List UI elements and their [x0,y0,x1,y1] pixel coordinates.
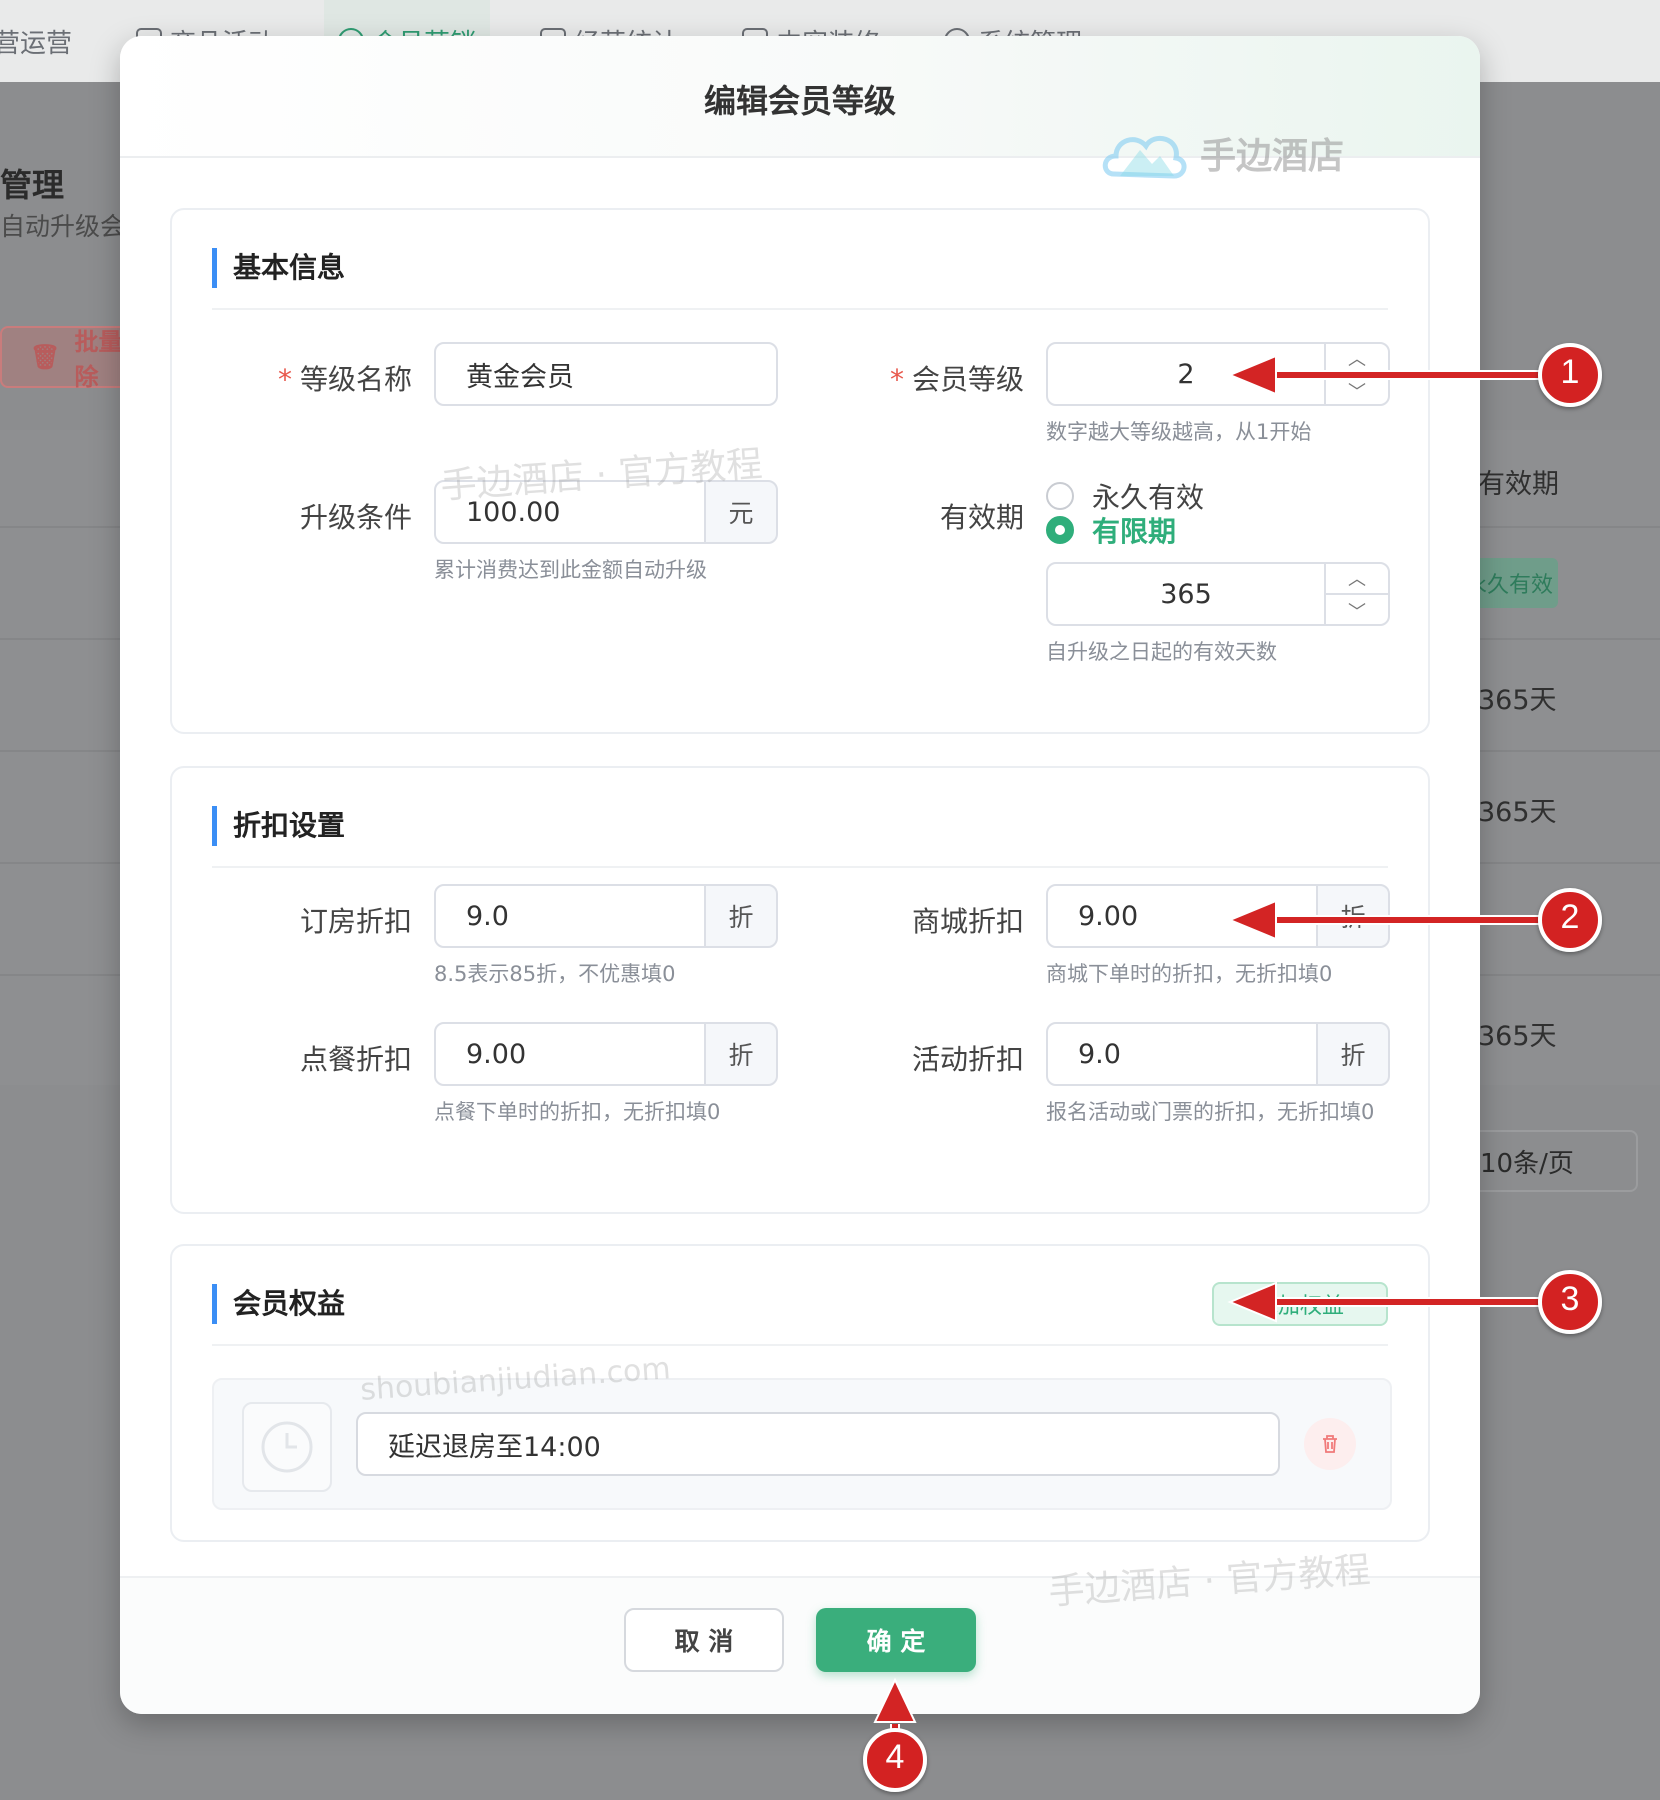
benefit-item: 延迟退房至14:00 [212,1378,1392,1510]
upgrade-condition-hint: 累计消费达到此金额自动升级 [434,558,707,582]
cancel-button[interactable]: 取 消 [624,1608,784,1672]
chevron-up-icon[interactable]: ︿ [1326,342,1388,373]
food-discount-hint: 点餐下单时的折扣，无折扣填0 [434,1100,721,1124]
annotation-number-2: 2 [1560,898,1580,936]
event-discount-input[interactable]: 9.0 [1046,1022,1318,1086]
food-discount-input[interactable]: 9.00 [434,1022,706,1086]
chevron-up-icon[interactable]: ︿ [1326,562,1388,593]
section-title-discount: 折扣设置 [212,806,345,846]
discount-unit: 折 [1316,1022,1390,1086]
discount-unit: 折 [704,1022,778,1086]
validity-days-input[interactable]: 365 ︿ ﹀ [1046,562,1390,626]
upgrade-amount-input[interactable]: 100.00 [434,480,706,544]
event-discount-hint: 报名活动或门票的折扣，无折扣填0 [1046,1100,1375,1124]
validity-days-hint: 自升级之日起的有效天数 [1046,640,1277,664]
room-discount-hint: 8.5表示85折，不优惠填0 [434,962,676,986]
mall-discount-input[interactable]: 9.00 [1046,884,1318,948]
annotation-number-4: 4 [885,1738,905,1776]
section-divider [212,308,1388,310]
member-level-label: * 会员等级 [889,363,1024,396]
clock-icon[interactable] [242,1402,332,1492]
table-cell-validity: 365天 [1478,685,1557,716]
event-discount-label: 活动折扣 [911,1043,1024,1076]
add-benefit-button[interactable]: 添加权益 [1212,1282,1388,1326]
discount-unit: 折 [704,884,778,948]
mall-discount-hint: 商城下单时的折扣，无折扣填0 [1046,962,1333,986]
required-mark: * [277,363,292,396]
confirm-button[interactable]: 确 定 [816,1608,976,1672]
background-page-subtitle: 自动升级会 [0,212,126,241]
section-divider [212,1344,1388,1346]
validity-label: 有效期 [939,501,1024,534]
table-cell-validity: 365天 [1478,797,1557,828]
benefit-text-input[interactable]: 延迟退房至14:00 [356,1412,1280,1476]
page-size-select[interactable]: 10条/页 [1460,1130,1638,1192]
level-name-label: * 等级名称 [277,363,412,396]
upgrade-condition-label: 升级条件 [299,501,412,534]
annotation-number-3: 3 [1560,1280,1580,1318]
basic-info-card: 基本信息 * 等级名称 黄金会员 * 会员等级 2 ︿ ﹀ 数字越大等级越高，从1开… [170,208,1430,734]
member-level-hint: 数字越大等级越高，从1开始 [1046,420,1312,444]
member-level-input[interactable]: 2 ︿ ﹀ [1046,342,1390,406]
edit-member-level-dialog: 编辑会员等级 基本信息 * 等级名称 黄金会员 * 会员等级 2 ︿ ﹀ 数字越大等… [120,36,1480,1714]
radio-circle[interactable] [1046,482,1074,510]
section-divider [212,866,1388,868]
level-name-input[interactable]: 黄金会员 [434,342,778,406]
mall-discount-label: 商城折扣 [911,905,1024,938]
required-mark: * [889,363,904,396]
clock-icon-graphic [261,1421,313,1473]
currency-unit: 元 [704,480,778,544]
chevron-down-icon[interactable]: ﹀ [1326,593,1388,626]
dialog-title: 编辑会员等级 [703,82,896,120]
section-title-benefits: 会员权益 [212,1284,345,1324]
food-discount-label: 点餐折扣 [299,1043,412,1076]
chevron-down-icon[interactable]: ﹀ [1326,373,1388,406]
nav-item-operations[interactable]: 营运营 [0,0,86,82]
delete-benefit-button[interactable] [1304,1418,1356,1470]
member-benefits-card: 会员权益 添加权益 延迟退房至14:00 [170,1244,1430,1542]
validity-days-stepper[interactable]: ︿ ﹀ [1324,562,1388,626]
radio-limited[interactable]: 有限期 [1046,510,1176,550]
trash-icon: 🗑 [30,343,61,371]
table-header-validity: 有效期 [1478,469,1559,500]
section-title-basic: 基本信息 [212,248,345,288]
room-discount-input[interactable]: 9.0 [434,884,706,948]
room-discount-label: 订房折扣 [299,905,412,938]
table-cell-validity: 365天 [1478,1021,1557,1052]
dialog-footer [120,1576,1480,1714]
discount-settings-card: 折扣设置 订房折扣 9.0 折 8.5表示85折，不优惠填0 商城折扣 9.00… [170,766,1430,1214]
annotation-number-1: 1 [1560,353,1580,391]
background-page-title: 管理 [0,166,65,204]
trash-icon [1323,1435,1337,1453]
member-level-stepper[interactable]: ︿ ﹀ [1324,342,1388,406]
radio-circle-checked[interactable] [1046,516,1074,544]
discount-unit: 折 [1316,884,1390,948]
